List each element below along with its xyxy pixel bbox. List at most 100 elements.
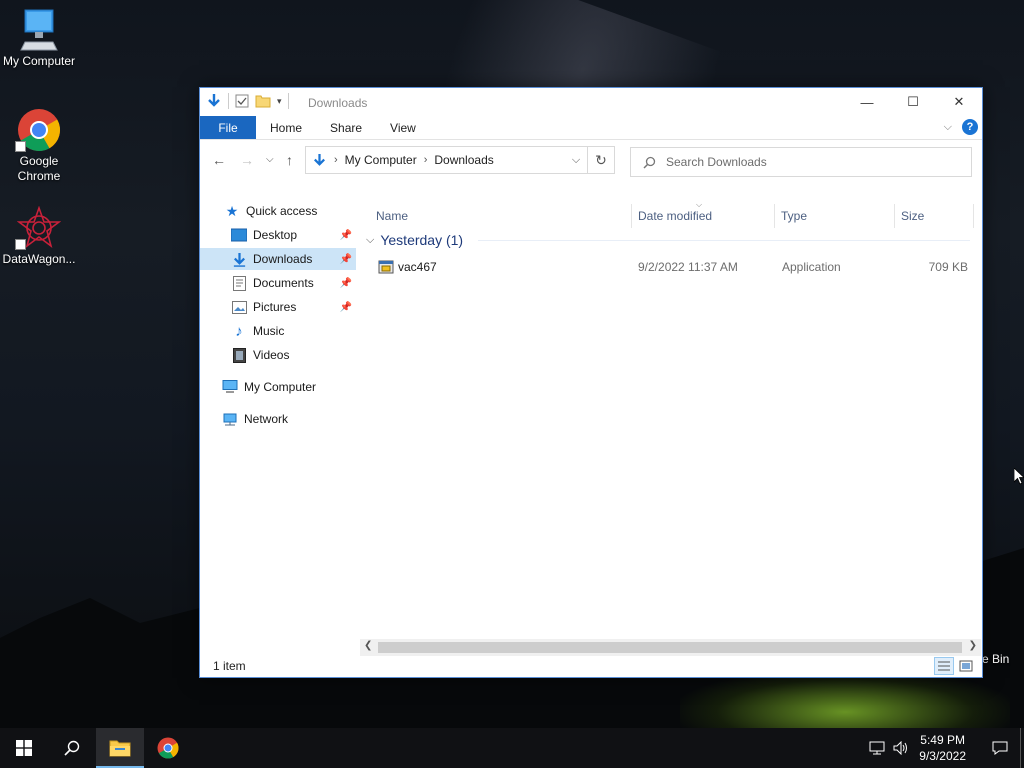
address-dropdown-chevron-icon[interactable]: ⌵ [565,154,587,167]
breadcrumb-downloads[interactable]: Downloads [434,153,493,167]
file-row[interactable]: vac467 9/2/2022 11:37 AM Application 709… [358,256,974,278]
search-button[interactable] [48,728,96,768]
column-name[interactable]: Name [370,204,632,228]
scroll-left-arrow-icon[interactable]: ❮ [364,640,372,651]
nav-item-desktop[interactable]: Desktop 📌 [200,224,356,246]
shortcut-arrow-icon [15,239,26,250]
breadcrumb-separator-icon[interactable]: › [334,154,338,166]
close-button[interactable]: ✕ [936,88,982,116]
maximize-button[interactable]: ☐ [890,88,936,116]
nav-item-downloads[interactable]: Downloads 📌 [200,248,356,270]
collapse-chevron-icon[interactable]: ⌵ [366,234,374,247]
search-input[interactable]: Search Downloads [630,147,972,177]
divider [228,93,229,109]
taskbar-file-explorer[interactable] [96,728,144,768]
explorer-window: ▾ Downloads — ☐ ✕ File Home Share View ⌵… [199,87,983,678]
clock[interactable]: 5:49 PM 9/3/2022 [919,732,966,764]
tab-home[interactable]: Home [256,116,316,139]
clock-time: 5:49 PM [920,733,965,747]
customize-toolbar-chevron-icon[interactable]: ▾ [277,96,282,107]
nav-item-music[interactable]: ♪ Music [200,320,356,342]
star-icon: ★ [225,202,239,219]
volume-icon[interactable] [893,741,909,755]
forward-arrow-icon[interactable]: → [240,152,254,168]
breadcrumb-separator-icon[interactable]: › [424,154,428,166]
nav-item-my-computer[interactable]: My Computer [200,376,356,398]
film-icon [231,347,247,363]
group-header-yesterday[interactable]: ⌵ Yesterday (1) [366,228,463,252]
nav-quick-access[interactable]: ★ Quick access [200,200,356,222]
column-size[interactable]: Size [895,204,974,228]
large-icons-view-button[interactable] [956,657,976,675]
nav-item-label: Downloads [253,252,313,266]
file-name-cell: vac467 [378,256,628,278]
large-icons-view-icon [959,660,973,672]
scroll-right-arrow-icon[interactable]: ❯ [969,640,977,651]
application-icon [378,260,394,274]
nav-item-documents[interactable]: Documents 📌 [200,272,356,294]
details-view-button[interactable] [934,657,954,675]
breadcrumb-my-computer[interactable]: My Computer [345,153,417,167]
properties-icon[interactable] [235,94,249,108]
file-size-cell: 709 KB [928,260,968,274]
desktop-icon-label: Google Chrome [17,154,61,183]
new-folder-icon[interactable] [255,94,271,108]
pin-icon: 📌 [339,253,352,265]
ribbon-tabs: File Home Share View ⌵ ? [200,116,982,140]
recent-locations-chevron-icon[interactable]: ⌵ [266,154,274,165]
window-controls: — ☐ ✕ [844,88,982,116]
help-button[interactable]: ? [962,119,978,135]
group-label: Yesterday (1) [380,232,464,248]
nav-item-videos[interactable]: Videos [200,344,356,366]
file-type-cell: Application [782,260,841,274]
column-label: Date modified [638,209,713,223]
scrollbar-thumb[interactable] [378,642,962,653]
search-icon [64,740,80,756]
nav-item-network[interactable]: Network [200,408,356,430]
desktop-icon-datawagon[interactable]: DataWagon... [0,206,78,267]
desktop-icon-my-computer[interactable]: My Computer [0,8,78,69]
notification-icon [992,741,1008,755]
group-divider [478,240,970,241]
nav-item-label: Pictures [253,300,297,314]
network-icon[interactable] [869,741,885,755]
up-arrow-icon[interactable]: ↑ [286,152,293,168]
desktop-icon-recycle-bin-label[interactable]: e Bin [982,652,1009,666]
pin-icon: 📌 [339,301,352,313]
desktop-icon-label: My Computer [2,54,76,68]
system-tray: 5:49 PM 9/3/2022 [869,728,1024,768]
divider [287,93,289,109]
document-icon [231,275,247,291]
show-desktop-button[interactable] [1020,728,1024,768]
download-arrow-icon [314,153,325,166]
horizontal-scrollbar[interactable]: ❮ ❯ [360,639,981,656]
start-button[interactable] [0,728,48,768]
navigation-pane: ★ Quick access Desktop 📌 Downloads 📌 Doc… [200,203,356,654]
column-type[interactable]: Type [775,204,895,228]
title-bar[interactable]: ▾ Downloads — ☐ ✕ [200,88,982,116]
refresh-icon[interactable]: ↻ [588,146,615,174]
back-arrow-icon[interactable]: ← [212,152,226,168]
tab-view[interactable]: View [376,116,430,139]
nav-item-pictures[interactable]: Pictures 📌 [200,296,356,318]
tab-file[interactable]: File [200,116,256,139]
item-count: 1 item [213,659,246,673]
status-bar: 1 item [200,655,982,677]
nav-item-label: Documents [253,276,314,290]
pin-icon: 📌 [339,229,352,241]
desktop-icon-google-chrome[interactable]: Google Chrome [0,108,78,184]
tab-share[interactable]: Share [316,116,376,139]
nav-item-label: Music [253,324,285,338]
taskbar-chrome[interactable] [144,728,192,768]
search-placeholder: Search Downloads [666,155,767,169]
column-date-modified[interactable]: Date modified ⌵ [632,200,775,228]
file-date-cell: 9/2/2022 11:37 AM [638,260,738,274]
windows-logo-icon [16,740,32,756]
expand-ribbon-chevron-icon[interactable]: ⌵ [944,121,952,134]
action-center-button[interactable] [980,728,1020,768]
computer-icon [20,9,58,51]
sort-chevron-icon: ⌵ [696,200,703,209]
minimize-button[interactable]: — [844,88,890,116]
download-arrow-icon [231,251,247,267]
address-bar[interactable]: › My Computer › Downloads ⌵ [305,146,588,174]
